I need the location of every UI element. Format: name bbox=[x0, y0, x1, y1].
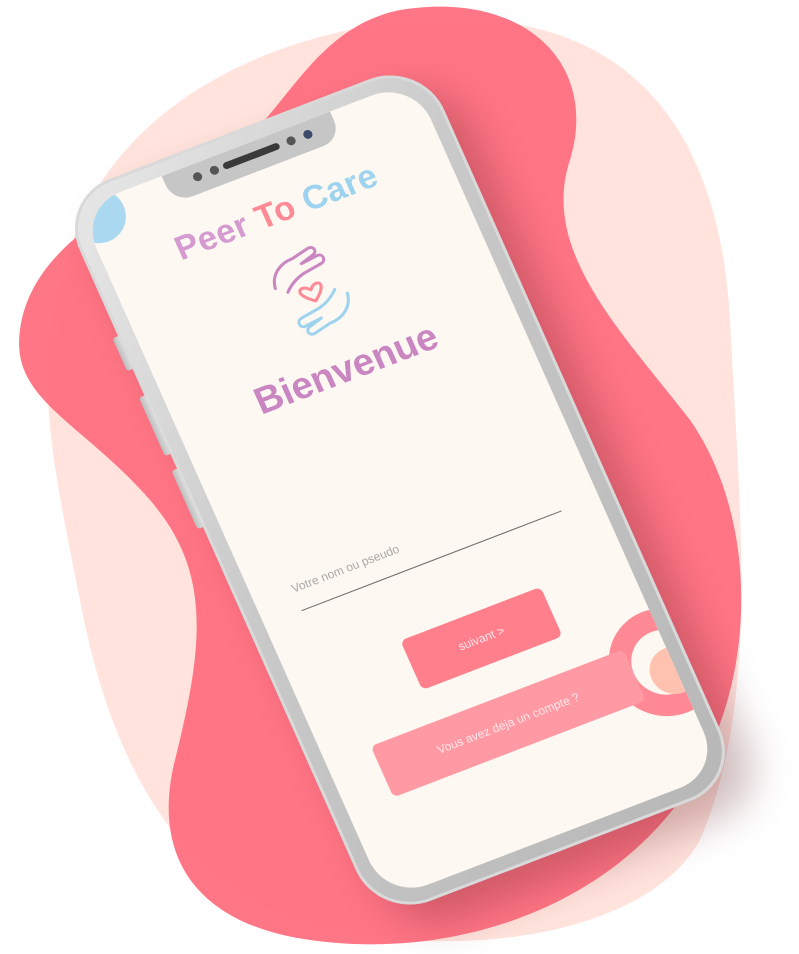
name-input[interactable] bbox=[284, 472, 562, 612]
hands-heart-icon bbox=[272, 246, 350, 336]
sensor-icon bbox=[208, 164, 221, 176]
stage: Peer To Care Bienvenue suivant > Vous av… bbox=[0, 0, 799, 954]
decor-circle-blue bbox=[78, 180, 135, 252]
existing-account-button[interactable]: Vous avez deja un compte ? bbox=[370, 649, 646, 798]
sensor-icon bbox=[285, 135, 298, 147]
app-title-to: To bbox=[249, 188, 302, 238]
app-title-peer: Peer bbox=[168, 206, 256, 268]
front-camera-icon bbox=[301, 128, 314, 141]
next-button[interactable]: suivant > bbox=[400, 586, 563, 691]
sensor-icon bbox=[191, 171, 204, 183]
speaker-grille bbox=[221, 142, 281, 171]
app-title-care: Care bbox=[295, 156, 384, 220]
